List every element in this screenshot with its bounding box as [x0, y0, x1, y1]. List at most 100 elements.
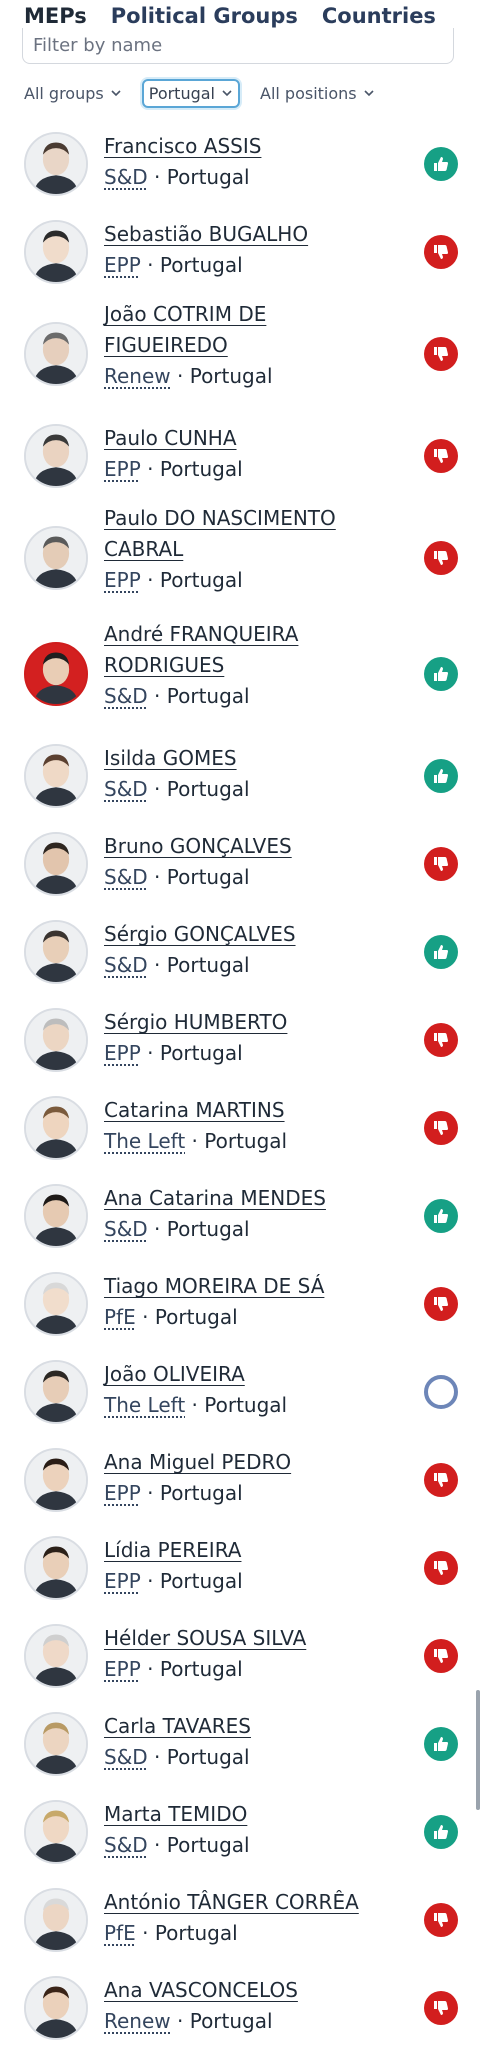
portrait-silhouette-icon	[26, 528, 86, 588]
mep-info: Bruno GONÇALVES S&D · Portugal	[104, 831, 394, 893]
mep-name-link[interactable]: Lídia PEREIRA	[104, 1535, 394, 1566]
mep-row[interactable]: Hélder SOUSA SILVA EPP · Portugal	[0, 1612, 481, 1700]
political-group-abbr[interactable]: EPP	[104, 253, 141, 277]
political-group-abbr[interactable]: EPP	[104, 1481, 141, 1505]
political-group-abbr[interactable]: PfE	[104, 1921, 136, 1945]
mep-row[interactable]: Ana Catarina MENDES S&D · Portugal	[0, 1172, 481, 1260]
mep-name-link[interactable]: Ana Miguel PEDRO	[104, 1447, 394, 1478]
mep-country: Portugal	[166, 1217, 250, 1241]
mep-row[interactable]: João COTRIM DE FIGUEIREDO Renew · Portugal	[0, 296, 481, 412]
group-dropdown-label: All groups	[24, 83, 104, 103]
mep-photo	[24, 322, 88, 386]
political-group-abbr[interactable]: EPP	[104, 1569, 141, 1593]
mep-name-link[interactable]: Marta TEMIDO	[104, 1799, 394, 1830]
separator-dot: ·	[147, 1217, 167, 1241]
mep-meta: EPP · Portugal	[104, 1038, 394, 1069]
mep-info: Lídia PEREIRA EPP · Portugal	[104, 1535, 394, 1597]
mep-name-link[interactable]: Ana Catarina MENDES	[104, 1183, 394, 1214]
political-group-abbr[interactable]: EPP	[104, 457, 141, 481]
portrait-silhouette-icon	[26, 134, 86, 194]
mep-name-link[interactable]: Tiago MOREIRA DE SÁ	[104, 1271, 394, 1302]
mep-row[interactable]: Marta TEMIDO S&D · Portugal	[0, 1788, 481, 1876]
political-group-abbr[interactable]: EPP	[104, 1657, 141, 1681]
mep-country: Portugal	[154, 1921, 238, 1945]
portrait-silhouette-icon	[26, 746, 86, 806]
mep-row[interactable]: Ana VASCONCELOS Renew · Portugal	[0, 1964, 481, 2052]
political-group-abbr[interactable]: S&D	[104, 953, 148, 977]
mep-name-link[interactable]: Sérgio HUMBERTO	[104, 1007, 394, 1038]
mep-row[interactable]: João OLIVEIRA The Left · Portugal	[0, 1348, 481, 1436]
group-dropdown[interactable]: All groups	[22, 80, 124, 107]
mep-name-link[interactable]: Francisco ASSIS	[104, 131, 394, 162]
mep-name-link[interactable]: André FRANQUEIRA	[104, 619, 394, 650]
mep-row[interactable]: António TÂNGER CORRÊA PfE · Portugal	[0, 1876, 481, 1964]
political-group-abbr[interactable]: EPP	[104, 568, 141, 592]
political-group-abbr[interactable]: S&D	[104, 1833, 148, 1857]
mep-name-link[interactable]: Carla TAVARES	[104, 1711, 394, 1742]
scrollbar[interactable]	[476, 1690, 480, 1810]
mep-row[interactable]: Sebastião BUGALHO EPP · Portugal	[0, 208, 481, 296]
political-group-abbr[interactable]: S&D	[104, 865, 148, 889]
separator-dot: ·	[147, 1833, 167, 1857]
mep-name-link[interactable]: António TÂNGER CORRÊA	[104, 1887, 394, 1918]
position-dropdown[interactable]: All positions	[258, 80, 377, 107]
political-group-abbr[interactable]: Renew	[104, 2009, 171, 2033]
mep-row[interactable]: Lídia PEREIRA EPP · Portugal	[0, 1524, 481, 1612]
mep-row[interactable]: Catarina MARTINS The Left · Portugal	[0, 1084, 481, 1172]
political-group-abbr[interactable]: EPP	[104, 1041, 141, 1065]
country-dropdown[interactable]: Portugal	[141, 78, 240, 108]
political-group-abbr[interactable]: S&D	[104, 165, 148, 189]
mep-name-link[interactable]: João COTRIM DE	[104, 299, 394, 330]
political-group-abbr[interactable]: The Left	[104, 1393, 185, 1417]
thumbs-up-icon	[424, 759, 458, 793]
political-group-abbr[interactable]: PfE	[104, 1305, 136, 1329]
mep-name-link[interactable]: Sérgio GONÇALVES	[104, 919, 394, 950]
mep-name-link[interactable]: Hélder SOUSA SILVA	[104, 1623, 394, 1654]
mep-row[interactable]: Sérgio GONÇALVES S&D · Portugal	[0, 908, 481, 996]
filter-by-name-input[interactable]	[22, 28, 454, 64]
portrait-silhouette-icon	[26, 1890, 86, 1950]
mep-row[interactable]: Paulo DO NASCIMENTO CABRAL EPP · Portugal	[0, 500, 481, 616]
mep-name-link[interactable]: Ana VASCONCELOS	[104, 1975, 394, 2006]
separator-dot: ·	[147, 865, 167, 889]
mep-name-link[interactable]: Paulo CUNHA	[104, 423, 394, 454]
mep-row[interactable]: Sérgio HUMBERTO EPP · Portugal	[0, 996, 481, 1084]
political-group-abbr[interactable]: The Left	[104, 1129, 185, 1153]
mep-name-link[interactable]: RODRIGUES	[104, 650, 394, 681]
mep-meta: S&D · Portugal	[104, 1742, 394, 1773]
mep-meta: EPP · Portugal	[104, 250, 394, 281]
mep-name-link[interactable]: FIGUEIREDO	[104, 330, 394, 361]
political-group-abbr[interactable]: S&D	[104, 1217, 148, 1241]
mep-photo	[24, 832, 88, 896]
political-group-abbr[interactable]: Renew	[104, 364, 171, 388]
mep-meta: PfE · Portugal	[104, 1918, 394, 1949]
mep-row[interactable]: Ana Miguel PEDRO EPP · Portugal	[0, 1436, 481, 1524]
mep-meta: Renew · Portugal	[104, 2006, 394, 2037]
mep-name-link[interactable]: Paulo DO NASCIMENTO	[104, 503, 394, 534]
thumbs-down-icon	[424, 1023, 458, 1057]
political-group-abbr[interactable]: S&D	[104, 777, 148, 801]
mep-row[interactable]: Tiago MOREIRA DE SÁ PfE · Portugal	[0, 1260, 481, 1348]
mep-row[interactable]: Francisco ASSIS S&D · Portugal	[0, 120, 481, 208]
thumbs-down-icon	[424, 1463, 458, 1497]
mep-name-link[interactable]: Isilda GOMES	[104, 743, 394, 774]
mep-row[interactable]: Carla TAVARES S&D · Portugal	[0, 1700, 481, 1788]
mep-photo	[24, 1448, 88, 1512]
mep-info: Catarina MARTINS The Left · Portugal	[104, 1095, 394, 1157]
mep-name-link[interactable]: Bruno GONÇALVES	[104, 831, 394, 862]
mep-row[interactable]: Paulo CUNHA EPP · Portugal	[0, 412, 481, 500]
political-group-abbr[interactable]: S&D	[104, 684, 148, 708]
position-dropdown-label: All positions	[260, 83, 357, 103]
mep-name-link[interactable]: CABRAL	[104, 534, 394, 565]
thumbs-down-icon	[424, 1991, 458, 2025]
thumbs-down-icon	[424, 235, 458, 269]
mep-info: Sebastião BUGALHO EPP · Portugal	[104, 219, 394, 281]
mep-name-link[interactable]: João OLIVEIRA	[104, 1359, 394, 1390]
mep-row[interactable]: Isilda GOMES S&D · Portugal	[0, 732, 481, 820]
mep-name-link[interactable]: Sebastião BUGALHO	[104, 219, 394, 250]
mep-row[interactable]: André FRANQUEIRA RODRIGUES S&D · Portugal	[0, 616, 481, 732]
mep-name-link[interactable]: Catarina MARTINS	[104, 1095, 394, 1126]
mep-row[interactable]: Bruno GONÇALVES S&D · Portugal	[0, 820, 481, 908]
political-group-abbr[interactable]: S&D	[104, 1745, 148, 1769]
mep-country: Portugal	[204, 1129, 288, 1153]
